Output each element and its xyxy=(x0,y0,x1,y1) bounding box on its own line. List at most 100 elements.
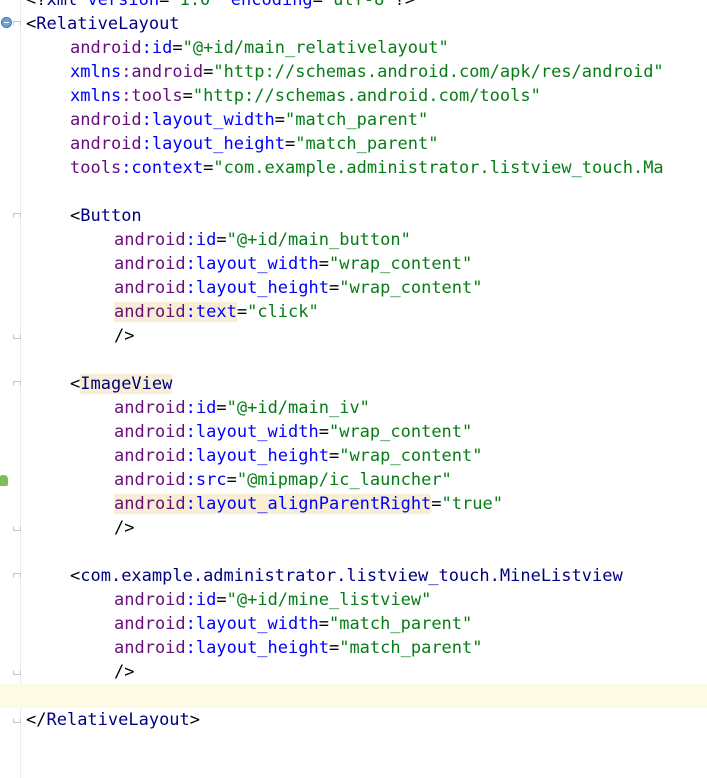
code-token: = xyxy=(216,230,227,250)
code-token: = xyxy=(431,494,442,514)
code-text: android:layout_height="wrap_content" xyxy=(114,444,483,468)
fold-expand-icon[interactable] xyxy=(13,381,21,388)
code-token: = xyxy=(328,446,340,466)
code-line[interactable]: android:layout_width="wrap_content" xyxy=(0,420,707,444)
fold-end-icon[interactable] xyxy=(13,668,21,675)
code-line[interactable] xyxy=(0,348,707,372)
code-token: = xyxy=(216,590,227,610)
code-token: android xyxy=(114,230,186,250)
navigate-marker-icon[interactable] xyxy=(1,17,12,28)
fold-end-icon[interactable] xyxy=(13,524,21,531)
code-token: "match_parent" xyxy=(339,638,483,658)
code-line[interactable]: <?xml version="1.0" encoding="utf-8"?> xyxy=(0,0,707,12)
code-token: "@+id/mine_listview" xyxy=(226,590,432,610)
code-token: :layout_alignParentRight xyxy=(185,494,432,514)
android-resource-icon[interactable] xyxy=(0,475,8,486)
code-token: :layout_height xyxy=(185,446,329,466)
code-token: = xyxy=(182,86,193,106)
code-text: tools:context="com.example.administrator… xyxy=(70,156,664,180)
code-line[interactable]: android:layout_width="match_parent" xyxy=(0,612,707,636)
code-line[interactable]: tools:context="com.example.administrator… xyxy=(0,156,707,180)
code-token: android xyxy=(70,110,142,130)
code-token: :layout_width xyxy=(185,254,319,274)
code-line[interactable]: android:layout_alignParentRight="true" xyxy=(0,492,707,516)
code-token: :layout_width xyxy=(185,614,319,634)
code-token: = xyxy=(284,134,296,154)
code-token: "match_parent" xyxy=(284,110,429,130)
code-token: xmlns xyxy=(70,86,122,106)
code-line[interactable]: <ImageView xyxy=(0,372,707,396)
fold-expand-icon[interactable] xyxy=(13,573,21,580)
code-token: :layout_height xyxy=(141,134,285,154)
code-line[interactable]: android:id="@+id/mine_listview" xyxy=(0,588,707,612)
code-token: /> xyxy=(114,326,135,346)
code-line[interactable]: /> xyxy=(0,324,707,348)
code-token: :layout_width xyxy=(141,110,275,130)
fold-end-icon[interactable] xyxy=(13,332,21,339)
fold-expand-icon[interactable] xyxy=(13,213,21,220)
code-text: <Button xyxy=(70,204,142,228)
code-token: < xyxy=(26,14,37,34)
code-text: <?xml version="1.0" encoding="utf-8"?> xyxy=(26,0,415,12)
code-line[interactable]: /> xyxy=(0,660,707,684)
code-editor[interactable]: <?xml version="1.0" encoding="utf-8"?> <R… xyxy=(0,0,707,732)
code-token: "click" xyxy=(247,302,319,322)
code-token: "wrap_content" xyxy=(328,254,473,274)
code-token: "com.example.administrator.listview_touc… xyxy=(213,158,664,178)
code-token: "1.0" xyxy=(169,0,221,10)
code-token: :text xyxy=(185,302,237,322)
code-token: = xyxy=(172,38,183,58)
code-line[interactable]: <Button xyxy=(0,204,707,228)
code-token: = xyxy=(318,422,329,442)
code-token: encoding xyxy=(230,0,313,10)
code-token: :id xyxy=(141,38,173,58)
code-text: android:src="@mipmap/ic_launcher" xyxy=(114,468,452,492)
code-line[interactable]: /> xyxy=(0,516,707,540)
code-line[interactable] xyxy=(0,684,707,708)
code-text: android:id="@+id/mine_listview" xyxy=(114,588,431,612)
fold-expand-icon[interactable] xyxy=(13,21,21,28)
code-token: "wrap_content" xyxy=(328,422,473,442)
code-token: = xyxy=(318,254,329,274)
code-token: "wrap_content" xyxy=(339,446,483,466)
code-text: android:id="@+id/main_iv" xyxy=(114,396,370,420)
code-line[interactable]: android:layout_height="match_parent" xyxy=(0,636,707,660)
code-line[interactable]: android:id="@+id/main_relativelayout" xyxy=(0,36,707,60)
code-token: = xyxy=(203,62,214,82)
code-token: :tools xyxy=(121,86,183,106)
code-token: < xyxy=(70,206,81,226)
code-line[interactable]: </RelativeLayout> xyxy=(0,708,707,732)
code-line[interactable]: <com.example.administrator.listview_touc… xyxy=(0,564,707,588)
code-token: <? xyxy=(26,0,47,10)
code-line[interactable]: android:layout_height="wrap_content" xyxy=(0,276,707,300)
code-line[interactable]: android:text="click" xyxy=(0,300,707,324)
code-token: "@+id/main_iv" xyxy=(226,398,370,418)
code-line[interactable] xyxy=(0,540,707,564)
code-token: :src xyxy=(185,470,227,490)
code-token: < xyxy=(70,566,81,586)
code-line[interactable] xyxy=(0,180,707,204)
code-line[interactable]: android:src="@mipmap/ic_launcher" xyxy=(0,468,707,492)
code-token: = xyxy=(216,398,227,418)
code-line[interactable]: android:layout_height="wrap_content" xyxy=(0,444,707,468)
code-token: :context xyxy=(121,158,204,178)
code-text: <ImageView xyxy=(70,372,173,396)
fold-end-icon[interactable] xyxy=(13,716,21,723)
code-token: :layout_height xyxy=(185,278,329,298)
code-line[interactable]: android:layout_width="match_parent" xyxy=(0,108,707,132)
code-line[interactable]: xmlns:tools="http://schemas.android.com/… xyxy=(0,84,707,108)
code-line[interactable]: <RelativeLayout xyxy=(0,12,707,36)
code-text: </RelativeLayout> xyxy=(26,708,200,732)
code-token: /> xyxy=(114,662,135,682)
code-token: android xyxy=(114,614,186,634)
code-line[interactable]: xmlns:android="http://schemas.android.co… xyxy=(0,60,707,84)
code-token: xmlns xyxy=(70,62,122,82)
code-text: android:text="click" xyxy=(114,300,319,324)
code-line[interactable]: android:id="@+id/main_iv" xyxy=(0,396,707,420)
code-token: = xyxy=(274,110,285,130)
code-line[interactable]: android:layout_height="match_parent" xyxy=(0,132,707,156)
code-token: android xyxy=(114,302,186,322)
code-line[interactable]: android:layout_width="wrap_content" xyxy=(0,252,707,276)
code-line[interactable]: android:id="@+id/main_button" xyxy=(0,228,707,252)
code-token: "@mipmap/ic_launcher" xyxy=(236,470,452,490)
